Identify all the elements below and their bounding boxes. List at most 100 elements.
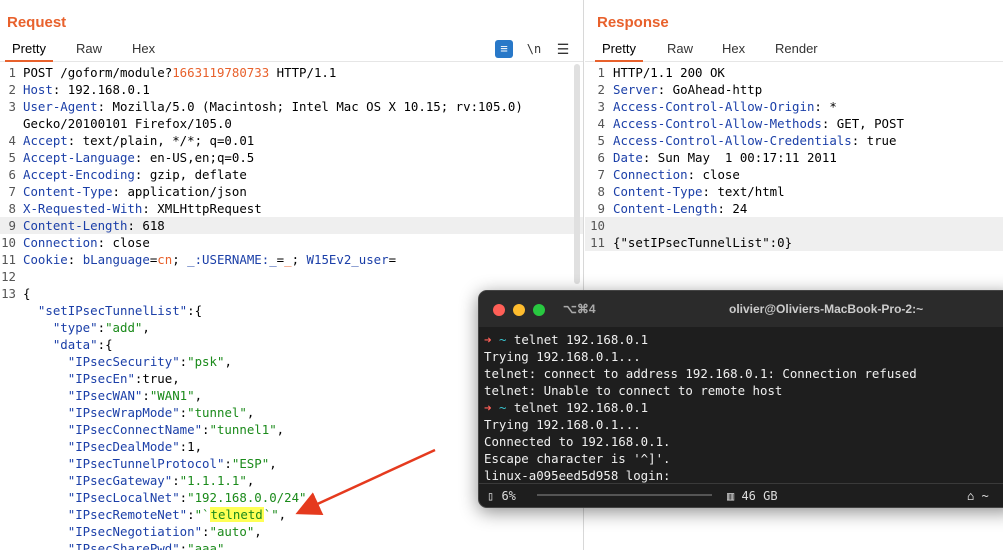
code-token: , xyxy=(269,456,277,471)
minimize-window-button[interactable] xyxy=(513,304,525,316)
code-token: "setIPsecTunnelList" xyxy=(37,303,188,318)
terminal-line: Connected to 192.168.0.1. xyxy=(484,433,1003,450)
code-token: : xyxy=(172,473,180,488)
code-line: 3 User-Agent: Mozilla/5.0 (Macintosh; Int… xyxy=(0,98,583,115)
code-token: : 618 xyxy=(127,218,165,233)
code-token: HTTP/1.1 xyxy=(269,65,337,80)
line-text: "IPsecSecurity":"psk", xyxy=(23,353,232,370)
code-token: : XMLHttpRequest xyxy=(142,201,262,216)
code-token: "IPsecRemoteNet" xyxy=(67,507,188,522)
terminal-titlebar[interactable]: ⌥⌘4 olivier@Oliviers-MacBook-Pro-2:~ xyxy=(479,291,1003,327)
line-number: 6 xyxy=(8,167,16,182)
code-token: "aaa" xyxy=(187,541,225,550)
tab-raw[interactable]: Raw xyxy=(667,41,693,56)
code-token: : Sun May 1 00:17:11 2011 xyxy=(642,150,837,165)
maximize-window-button[interactable] xyxy=(533,304,545,316)
response-title: Response xyxy=(597,14,669,31)
line-text: Connection: close xyxy=(613,166,740,183)
terminal-text: telnet: Unable to connect to remote host xyxy=(484,383,783,398)
response-tabs: Pretty Raw Hex Render xyxy=(585,38,1003,62)
tab-hex[interactable]: Hex xyxy=(722,41,745,56)
code-token: : xyxy=(142,388,150,403)
line-text: "type":"add", xyxy=(23,319,150,336)
code-token: : * xyxy=(814,99,837,114)
code-token: , xyxy=(194,388,203,403)
code-line: 2 Server: GoAhead-http xyxy=(585,81,1003,98)
code-token: : application/json xyxy=(112,184,247,199)
code-line: 5 Access-Control-Allow-Credentials: true xyxy=(585,132,1003,149)
line-number: 4 xyxy=(8,133,16,148)
tab-pretty[interactable]: Pretty xyxy=(595,41,643,62)
line-text: "IPsecWAN":"WAN1", xyxy=(23,387,202,404)
show-newlines-button[interactable]: \n xyxy=(525,40,543,58)
line-text: "IPsecWrapMode":"tunnel", xyxy=(23,404,255,421)
code-token: , xyxy=(224,354,232,369)
terminal-text: telnet 192.168.0.1 xyxy=(506,400,649,415)
code-token: : xyxy=(202,422,210,437)
line-number: 11 xyxy=(590,235,605,250)
terminal-window[interactable]: ⌥⌘4 olivier@Oliviers-MacBook-Pro-2:~ ➜ ~… xyxy=(478,290,1003,508)
code-line: 11 Cookie: bLanguage=cn; _:USERNAME:_=_; … xyxy=(0,251,583,268)
code-token: : xyxy=(187,507,195,522)
line-text: HTTP/1.1 200 OK xyxy=(613,64,725,81)
code-token: : Mozilla/5.0 (Macintosh; Intel Mac OS X… xyxy=(97,99,523,114)
close-window-button[interactable] xyxy=(493,304,505,316)
code-token: , xyxy=(276,422,285,437)
code-token: W15Ev2_user xyxy=(306,252,389,267)
code-token: ; xyxy=(172,252,188,267)
code-token: Gecko/20100101 Firefox/105.0 xyxy=(23,116,232,131)
code-line: 10 xyxy=(585,217,1003,234)
terminal-status-bar: ▯ 6% ▥ 46 GB ⌂ ~ xyxy=(479,483,1003,507)
code-token: _ xyxy=(284,252,292,267)
code-token: `" xyxy=(263,507,279,522)
tab-pretty[interactable]: Pretty xyxy=(5,41,53,62)
line-number: 10 xyxy=(1,235,16,250)
terminal-line: telnet: connect to address 192.168.0.1: … xyxy=(484,365,1003,382)
menu-button[interactable]: ☰ xyxy=(554,40,572,58)
terminal-text: Trying 192.168.0.1... xyxy=(484,417,641,432)
terminal-output[interactable]: ➜ ~ telnet 192.168.0.1 Trying 192.168.0.1… xyxy=(484,331,1003,484)
tab-render[interactable]: Render xyxy=(775,41,818,56)
terminal-text: Escape character is '^]'. xyxy=(484,451,671,466)
code-token: X-Requested-With xyxy=(23,201,143,216)
line-text: Accept-Language: en-US,en;q=0.5 xyxy=(23,149,254,166)
code-token: : 192.168.0.1 xyxy=(52,82,150,97)
line-text: Content-Type: application/json xyxy=(23,183,247,200)
code-token: User-Agent xyxy=(23,99,98,114)
terminal-text: Trying 192.168.0.1... xyxy=(484,349,641,364)
line-text: "data":{ xyxy=(23,336,113,353)
line-text: "IPsecConnectName":"tunnel1", xyxy=(23,421,284,438)
code-line: 5 Accept-Language: en-US,en;q=0.5 xyxy=(0,149,583,166)
line-number: 8 xyxy=(597,184,605,199)
line-text: POST /goform/module?1663119780733 HTTP/1… xyxy=(23,64,336,81)
line-text: "IPsecDealMode":1, xyxy=(23,438,202,455)
code-token: Date xyxy=(613,150,643,165)
code-line: 6 Accept-Encoding: gzip, deflate xyxy=(0,166,583,183)
line-text: Cookie: bLanguage=cn; _:USERNAME:_=_; W1… xyxy=(23,251,396,268)
terminal-title: olivier@Oliviers-MacBook-Pro-2:~ xyxy=(729,302,924,316)
code-token: : 24 xyxy=(717,201,748,216)
code-line: 8 Content-Type: text/html xyxy=(585,183,1003,200)
code-line: "IPsecRemoteNet":"`telnetd`", xyxy=(0,506,583,523)
code-token: : xyxy=(97,320,106,335)
line-text: X-Requested-With: XMLHttpRequest xyxy=(23,200,262,217)
pretty-toggle-button[interactable]: ≡ xyxy=(495,40,513,58)
line-text: "setIPsecTunnelList":{ xyxy=(23,302,202,319)
tab-hex[interactable]: Hex xyxy=(132,41,155,56)
request-scrollbar[interactable] xyxy=(574,64,580,284)
code-token: , xyxy=(246,405,255,420)
code-token: bLanguage xyxy=(82,252,150,267)
code-token: "type" xyxy=(52,320,98,335)
tab-raw[interactable]: Raw xyxy=(76,41,102,56)
code-token: "auto" xyxy=(209,524,255,539)
terminal-text: telnet 192.168.0.1 xyxy=(506,332,649,347)
terminal-line: ➜ ~ telnet 192.168.0.1 xyxy=(484,331,1003,348)
line-number: 4 xyxy=(597,116,605,131)
code-token: Access-Control-Allow-Credentials xyxy=(613,133,852,148)
